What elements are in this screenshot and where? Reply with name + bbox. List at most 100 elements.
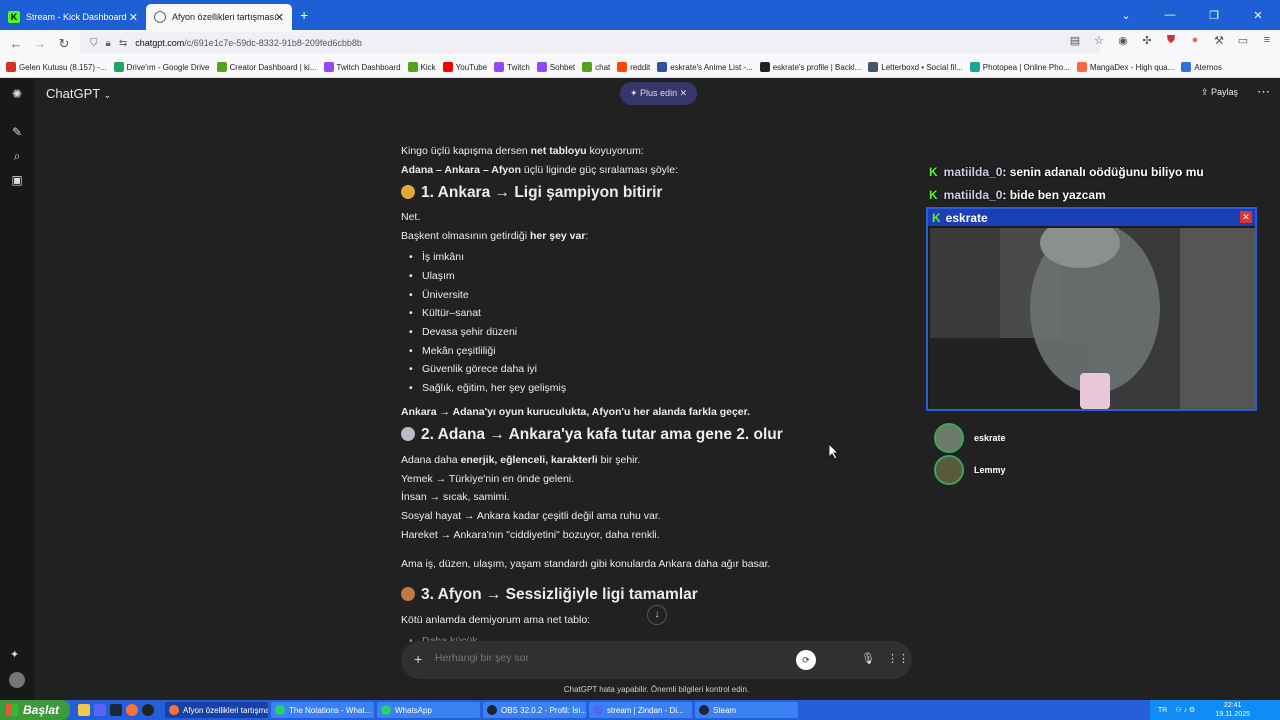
share-button[interactable]: ⇪ Paylaş [1201, 87, 1238, 98]
voice-mode-icon[interactable]: ⋮⋮ [887, 652, 909, 665]
permissions-icon[interactable]: ⇆ [119, 38, 127, 49]
folder-icon[interactable] [78, 704, 90, 716]
bookmark-favicon-icon [442, 62, 453, 72]
voice-user: eskrate [934, 423, 1006, 453]
taskbar-item[interactable]: The Notations - What... [271, 702, 374, 718]
microphone-icon[interactable]: 🎙︎ [861, 652, 875, 665]
ublock-icon[interactable]: ⛊ [1164, 34, 1178, 47]
taskbar-item[interactable]: WhatsApp [377, 702, 480, 718]
bookmark-item[interactable]: reddit [617, 62, 650, 72]
list-item: Güvenlik görece daha iyi [409, 363, 537, 375]
bookmark-favicon-icon [1076, 62, 1087, 72]
bookmark-item[interactable]: eskrate's Anime List -... [657, 62, 753, 72]
bookmark-item[interactable]: chat [582, 62, 610, 72]
bookmark-label: eskrate's Anime List -... [670, 62, 753, 72]
add-attachment-icon[interactable]: + [414, 651, 422, 667]
start-button[interactable]: Başlat [0, 700, 70, 720]
model-selector[interactable]: ChatGPT ⌄ [46, 86, 111, 101]
firefox-icon[interactable] [126, 704, 138, 716]
taskbar-item-label: The Notations - What... [289, 705, 372, 715]
chatgpt-logo-icon[interactable]: ✺ [0, 82, 34, 106]
more-options-icon[interactable]: ⋯ [1257, 84, 1270, 100]
bookmark-label: Twitch Dashboard [336, 62, 401, 72]
puzzle-icon[interactable]: ✣ [1140, 34, 1154, 47]
avatar[interactable] [9, 672, 25, 688]
plus-upgrade-button[interactable]: ✦ Plus edin ✕ [620, 82, 698, 105]
clock[interactable]: 22:41 19.11.2025 [1215, 701, 1250, 719]
tab-label: Stream - Kick Dashboard [26, 12, 127, 22]
address-bar[interactable]: ⛉ 🔒︎ ⇆ chatgpt.com /c/691e1c7e-59dc-8332… [80, 32, 1100, 54]
tools-icon[interactable]: ⚒ [1212, 34, 1226, 47]
close-icon[interactable]: ✕ [680, 88, 688, 98]
sparkle-icon[interactable]: ✦ [10, 648, 19, 661]
library-icon[interactable]: ▣ [0, 168, 34, 192]
chatgpt-icon [154, 11, 166, 23]
bookmark-item[interactable]: Sohbet [536, 62, 576, 72]
windows-flag-icon [6, 704, 18, 716]
list-item: Devasa şehir düzeni [409, 326, 517, 338]
bookmark-item[interactable]: Letterboxd • Social fil... [868, 62, 963, 72]
taskbar-item[interactable]: Afyon özellikleri tartışma... [165, 702, 268, 718]
shield-icon[interactable]: ⛉ [90, 38, 98, 49]
bookmark-star-icon[interactable]: ☆ [1092, 34, 1106, 47]
bookmark-item[interactable]: Twitch [494, 62, 530, 72]
app-icon [487, 705, 497, 715]
app-icon [593, 705, 603, 715]
bookmark-label: Sohbet [549, 62, 576, 72]
extension-icon[interactable]: ⟳ [796, 650, 816, 670]
maximize-button[interactable]: ❐ [1192, 9, 1236, 22]
taskbar-item-label: WhatsApp [395, 705, 432, 715]
close-tab-icon[interactable]: ✕ [275, 11, 284, 24]
bookmark-item[interactable]: Photopea | Online Pho... [969, 62, 1070, 72]
bookmark-label: Gelen Kutusu (8.157) -... [19, 62, 107, 72]
bookmark-item[interactable]: MangaDex - High qua... [1076, 62, 1174, 72]
scroll-down-button[interactable]: ↓ [647, 605, 667, 625]
tab-kick-dashboard[interactable]: K Stream - Kick Dashboard ✕ [0, 4, 146, 30]
webcam-video [930, 228, 1255, 409]
prompt-input[interactable] [435, 652, 775, 664]
app-icon [275, 705, 285, 715]
obs-icon[interactable] [142, 704, 154, 716]
model-title: ChatGPT [46, 86, 100, 101]
tab-label: Afyon özellikleri tartışması [172, 12, 277, 22]
bookmark-item[interactable]: Drive'ım - Google Drive [113, 62, 210, 72]
close-window-button[interactable]: ✕ [1236, 9, 1280, 22]
reload-button[interactable]: ↻ [52, 36, 76, 52]
lock-icon[interactable]: 🔒︎ [106, 38, 111, 49]
bookmark-item[interactable]: Creator Dashboard | ki... [216, 62, 317, 72]
voice-username: eskrate [974, 433, 1006, 443]
assistant-message: Kingo üçlü kapışma dersen net tabloyu ko… [401, 108, 861, 648]
tab-chatgpt[interactable]: Afyon özellikleri tartışması ✕ [146, 4, 292, 30]
bookmark-item[interactable]: Kick [407, 62, 436, 72]
bookmark-item[interactable]: YouTube [442, 62, 487, 72]
bookmark-item[interactable]: Aternos [1181, 62, 1222, 72]
intro-line-1: Kingo üçlü kapışma dersen net tabloyu ko… [401, 145, 644, 157]
bookmark-item[interactable]: Gelen Kutusu (8.157) -... [6, 62, 107, 72]
close-tab-icon[interactable]: ✕ [129, 11, 138, 24]
tray-icons[interactable]: ⚇ ♪ ⚙ [1175, 706, 1195, 714]
app-icon [699, 705, 709, 715]
bookmark-item[interactable]: Twitch Dashboard [323, 62, 401, 72]
bookmark-item[interactable]: eskrate's profile | Backl... [759, 62, 861, 72]
extension-icon[interactable]: ◉ [1116, 34, 1130, 47]
new-tab-button[interactable]: + [300, 7, 308, 23]
taskbar-item[interactable]: stream | Zindan - Di... [589, 702, 692, 718]
reader-mode-icon[interactable]: ▤ [1068, 34, 1082, 47]
taskbar-item[interactable]: OBS 32.0.2 - Profil: İsi... [483, 702, 586, 718]
steam-icon[interactable] [110, 704, 122, 716]
minimize-button[interactable]: — [1148, 9, 1192, 21]
language-indicator[interactable]: TR [1158, 707, 1167, 714]
menu-icon[interactable]: ≡ [1260, 34, 1274, 47]
text-net: Net. [401, 211, 421, 223]
list-item: İş imkânı [409, 251, 464, 263]
clock-date: 19.11.2025 [1215, 711, 1250, 718]
extension-icon[interactable]: ● [1188, 34, 1202, 47]
discord-icon[interactable] [94, 704, 106, 716]
new-chat-icon[interactable]: ✎ [0, 120, 34, 144]
back-button[interactable]: ← [4, 36, 28, 51]
search-icon[interactable]: ⌕ [0, 144, 34, 168]
chevron-down-icon[interactable]: ⌄ [1104, 9, 1148, 22]
sidebar-toggle-icon[interactable]: ▭ [1236, 34, 1250, 47]
taskbar-item[interactable]: Steam [695, 702, 798, 718]
forward-button[interactable]: → [28, 36, 52, 51]
